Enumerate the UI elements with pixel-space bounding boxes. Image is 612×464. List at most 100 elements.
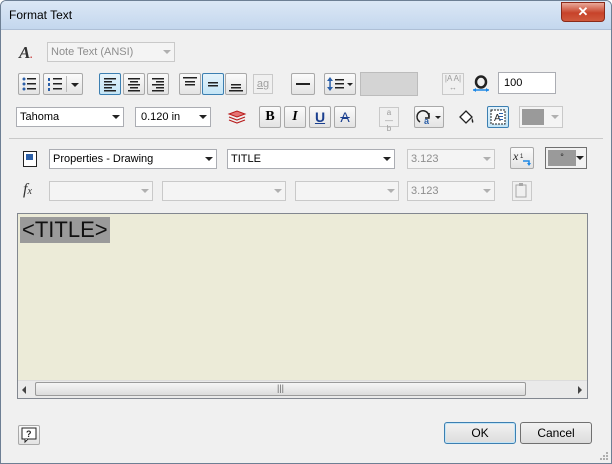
precision-value: 3.123	[411, 153, 439, 165]
chevron-down-icon	[576, 156, 584, 160]
align-middle-icon	[208, 82, 218, 87]
fill-bucket-icon	[456, 107, 476, 127]
strikethrough-icon: A	[340, 109, 350, 125]
horizontal-scrollbar[interactable]: |||	[18, 380, 587, 398]
property-dropdown[interactable]: TITLE	[227, 149, 395, 169]
align-center-icon	[128, 78, 140, 92]
chevron-down-icon	[383, 157, 391, 161]
parameter-color-dropdown[interactable]: °	[545, 147, 587, 169]
numbered-list-icon	[48, 76, 79, 92]
align-bottom-button[interactable]	[225, 73, 247, 95]
italic-icon: I	[292, 109, 298, 124]
underline-button[interactable]: U	[309, 106, 331, 128]
style-value: Note Text (ANSI)	[51, 46, 134, 58]
insert-parameter-icon: x1	[512, 149, 531, 166]
line-spacing-value-field[interactable]	[360, 72, 418, 96]
title-bar: Format Text ✕	[1, 1, 611, 30]
dialog-title: Format Text	[9, 8, 73, 22]
svg-text:A: A	[494, 113, 501, 124]
chevron-down-icon	[112, 115, 120, 119]
resize-grip[interactable]	[599, 451, 609, 461]
symbol-button[interactable]: a	[414, 106, 444, 128]
bold-button[interactable]: B	[259, 106, 281, 128]
help-button[interactable]: ?	[18, 425, 40, 445]
chevron-down-icon	[483, 157, 491, 161]
scroll-thumb[interactable]: |||	[35, 382, 526, 396]
align-right-button[interactable]	[147, 73, 169, 95]
chevron-down-icon	[483, 189, 491, 193]
close-button[interactable]: ✕	[561, 2, 605, 22]
type-value: Properties - Drawing	[53, 153, 154, 165]
align-center-button[interactable]	[123, 73, 145, 95]
style-dropdown[interactable]: Note Text (ANSI)	[47, 42, 175, 62]
cancel-button[interactable]: Cancel	[520, 422, 592, 444]
precision-dropdown-2[interactable]: 3.123	[407, 181, 495, 201]
line-style-button[interactable]	[291, 73, 315, 95]
font-name-dropdown[interactable]: Tahoma	[16, 107, 124, 127]
line-spacing-icon	[327, 77, 353, 91]
italic-button[interactable]: I	[284, 106, 306, 128]
help-icon: ?	[21, 427, 37, 444]
chevron-down-icon	[205, 157, 213, 161]
align-top-button[interactable]	[179, 73, 201, 95]
text-case-icon: ag	[253, 74, 273, 94]
function-dropdown-3[interactable]	[295, 181, 399, 201]
bold-icon: B	[265, 109, 275, 124]
chevron-down-icon	[199, 115, 207, 119]
text-style-icon: A.	[19, 43, 33, 62]
color-swatch	[522, 109, 544, 125]
function-dropdown-2[interactable]	[162, 181, 286, 201]
svg-text:x: x	[512, 149, 519, 163]
text-editor[interactable]: <TITLE> |||	[17, 213, 588, 399]
align-left-icon	[104, 78, 116, 92]
precision-dropdown[interactable]: 3.123	[407, 149, 495, 169]
numbering-button[interactable]	[43, 73, 83, 95]
strikethrough-button[interactable]: A	[334, 106, 356, 128]
line-spacing-button[interactable]	[324, 73, 356, 95]
underline-icon: U	[314, 109, 326, 125]
text-box-button[interactable]: A	[487, 106, 509, 128]
format-text-dialog: Format Text ✕ A. Note Text (ANSI) ag |A …	[0, 0, 612, 464]
chevron-down-icon	[387, 189, 395, 193]
function-icon: fx	[23, 181, 32, 198]
svg-text:?: ?	[26, 429, 32, 439]
align-top-icon	[183, 77, 197, 86]
chevron-down-icon	[141, 189, 149, 193]
precision-value-2: 3.123	[411, 185, 439, 197]
bullet-list-icon	[22, 77, 36, 91]
align-bottom-icon	[229, 84, 243, 92]
add-parameter-button[interactable]: x1	[510, 147, 534, 169]
text-frame-icon: A	[490, 109, 506, 125]
stretch-value: 100	[504, 77, 523, 89]
layers-icon	[227, 108, 247, 126]
close-icon: ✕	[577, 4, 589, 19]
ok-button[interactable]: OK	[444, 422, 516, 444]
font-size-value: 0.120 in	[141, 111, 181, 123]
stretch-icon: |A A| ↔	[442, 73, 464, 95]
color-swatch: °	[548, 150, 576, 166]
align-left-button[interactable]	[99, 73, 121, 95]
font-size-dropdown[interactable]: 0.120 in	[135, 107, 211, 127]
text-color-dropdown[interactable]	[519, 106, 563, 128]
chevron-down-icon	[551, 115, 559, 119]
scroll-left-icon[interactable]	[22, 386, 26, 394]
scroll-right-icon[interactable]	[578, 386, 582, 394]
divider	[9, 138, 603, 139]
svg-text:1: 1	[520, 154, 524, 160]
property-value: TITLE	[231, 153, 261, 165]
function-dropdown-1[interactable]	[49, 181, 153, 201]
type-dropdown[interactable]: Properties - Drawing	[49, 149, 217, 169]
align-right-icon	[152, 78, 164, 92]
font-name-value: Tahoma	[20, 111, 60, 123]
align-middle-button[interactable]	[202, 73, 224, 95]
paste-icon	[512, 181, 532, 201]
chevron-down-icon	[163, 50, 171, 54]
bullets-button[interactable]	[18, 73, 40, 95]
line-icon	[296, 83, 310, 85]
stretch-width-icon	[471, 74, 491, 94]
property-icon	[23, 151, 37, 167]
stack-icon: a — b	[379, 107, 399, 133]
stretch-input[interactable]: 100	[498, 72, 556, 94]
editor-content: <TITLE>	[20, 217, 110, 243]
chevron-down-icon	[274, 189, 282, 193]
